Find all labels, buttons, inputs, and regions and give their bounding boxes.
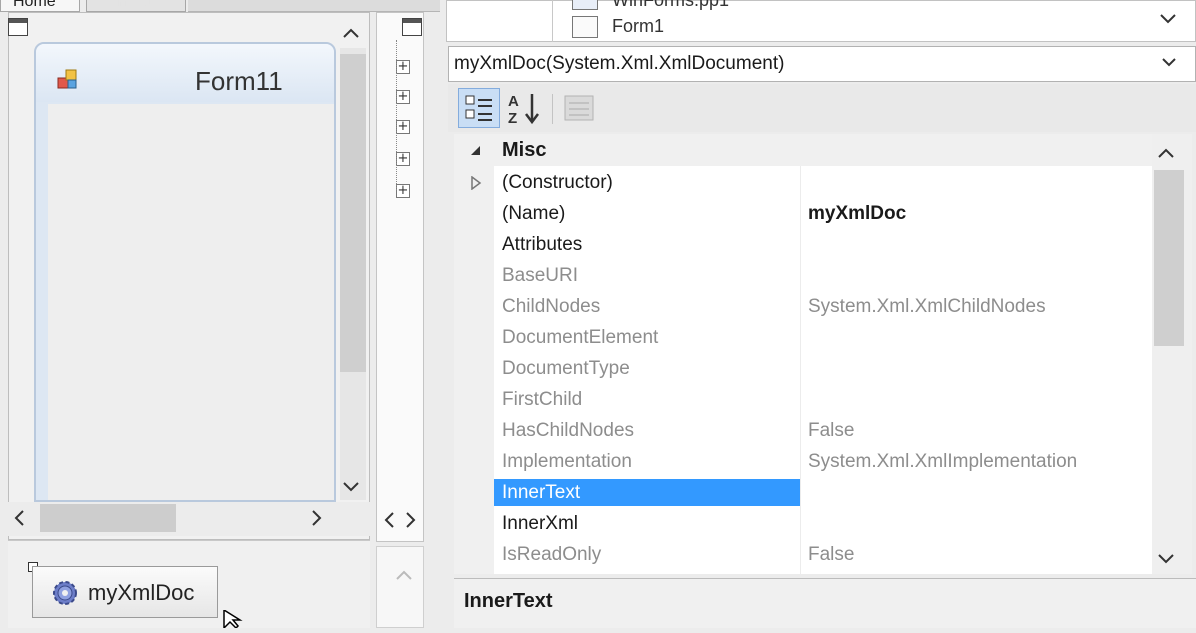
gear-icon [50, 578, 80, 608]
object-selector-value: myXmlDoc(System.Xml.XmlDocument) [454, 53, 785, 74]
property-row-isreadonly[interactable]: IsReadOnly False [494, 539, 1152, 570]
property-name: DocumentElement [502, 327, 659, 348]
categorized-icon [462, 92, 496, 129]
property-row-firstchild[interactable]: FirstChild [494, 384, 1152, 415]
property-name: IsReadOnly [502, 544, 602, 565]
alphabetical-button[interactable]: A Z [506, 90, 544, 127]
property-name: ChildNodes [502, 296, 601, 317]
property-pages-button[interactable] [562, 92, 596, 124]
panel-pin-icon[interactable] [8, 18, 28, 36]
property-name: Implementation [502, 451, 632, 472]
scroll-right-icon[interactable] [404, 510, 418, 535]
property-name: (Constructor) [502, 172, 613, 193]
property-name: Attributes [502, 234, 583, 255]
scroll-left-icon[interactable] [382, 510, 396, 535]
property-name: FirstChild [502, 389, 583, 410]
property-row-haschildnodes[interactable]: HasChildNodes False [494, 415, 1152, 446]
scroll-down-icon[interactable] [1158, 8, 1178, 30]
project-icon [572, 0, 598, 10]
property-row-documentelement[interactable]: DocumentElement [494, 322, 1152, 353]
expand-icon[interactable]: + [396, 60, 410, 74]
property-value[interactable]: myXmlDoc [808, 198, 906, 229]
expand-arrow-icon[interactable] [470, 175, 482, 195]
property-name: InnerText [502, 482, 581, 503]
solution-explorer [446, 0, 1196, 42]
designer-vscroll-thumb[interactable] [340, 54, 366, 372]
tab-form11[interactable]: Form11 [86, 0, 186, 12]
property-value[interactable]: False [808, 539, 854, 570]
scroll-right-icon[interactable] [310, 508, 324, 532]
tree-line [396, 40, 397, 190]
description-title: InnerText [464, 590, 553, 612]
description-pane [454, 578, 1196, 628]
svg-text:A: A [508, 93, 519, 110]
property-name: (Name) [502, 203, 566, 224]
expand-icon[interactable]: + [396, 120, 410, 134]
form-file-icon [572, 16, 598, 38]
property-row-innerxml[interactable]: InnerXml [494, 508, 1152, 539]
property-grid-margin [454, 134, 494, 574]
form-app-icon [56, 68, 82, 92]
property-row-attributes[interactable]: Attributes [494, 229, 1152, 260]
scroll-left-icon[interactable] [12, 508, 26, 532]
property-name: HasChildNodes [502, 420, 635, 441]
svg-text:Z: Z [508, 110, 517, 126]
tab-strip [188, 0, 440, 12]
tab-home[interactable]: Home [0, 0, 80, 12]
chevron-down-icon[interactable] [1160, 56, 1178, 75]
toolbar-separator [552, 94, 553, 124]
property-row-implementation[interactable]: Implementation System.Xml.XmlImplementat… [494, 446, 1152, 477]
scroll-up-icon[interactable] [394, 564, 414, 586]
property-value[interactable]: System.Xml.XmlChildNodes [808, 291, 1046, 322]
category-misc: Misc [502, 139, 547, 161]
lower-strip [376, 546, 424, 628]
expand-icon[interactable]: + [396, 90, 410, 104]
designer-hscroll-thumb[interactable] [40, 504, 176, 532]
property-name: DocumentType [502, 358, 630, 379]
expand-icon[interactable]: + [396, 152, 410, 166]
property-row-documenttype[interactable]: DocumentType [494, 353, 1152, 384]
form-title: Form11 [195, 66, 283, 96]
scroll-up-icon[interactable] [1156, 146, 1176, 165]
panel-pin-icon-2[interactable] [402, 18, 422, 36]
property-name: InnerXml [502, 513, 579, 534]
scroll-down-icon[interactable] [341, 476, 361, 498]
property-value[interactable]: False [808, 415, 854, 446]
property-row-constructor[interactable]: (Constructor) [494, 167, 1152, 198]
collapse-icon[interactable] [470, 144, 482, 162]
expand-icon[interactable]: + [396, 184, 410, 198]
property-value[interactable]: System.Xml.XmlImplementation [808, 446, 1077, 477]
properties-toolbar [448, 84, 1196, 132]
solution-item[interactable]: Form1 [612, 16, 664, 37]
property-row-innertext[interactable]: InnerText [494, 477, 1152, 508]
mouse-cursor-icon [222, 608, 246, 630]
property-name: BaseURI [502, 265, 579, 286]
form-client-area[interactable] [48, 104, 334, 500]
tree-divider [552, 0, 553, 42]
category-row[interactable] [454, 134, 1154, 166]
scroll-up-icon[interactable] [341, 22, 361, 44]
property-grid-scroll-thumb[interactable] [1154, 170, 1184, 346]
component-label: myXmlDoc [88, 580, 195, 605]
scroll-down-icon[interactable] [1156, 552, 1176, 571]
property-row-baseuri[interactable]: BaseURI [494, 260, 1152, 291]
property-row-name[interactable]: (Name) myXmlDoc [494, 198, 1152, 229]
property-row-childnodes[interactable]: ChildNodes System.Xml.XmlChildNodes [494, 291, 1152, 322]
solution-item[interactable]: WinForms.pp1 [612, 0, 729, 11]
